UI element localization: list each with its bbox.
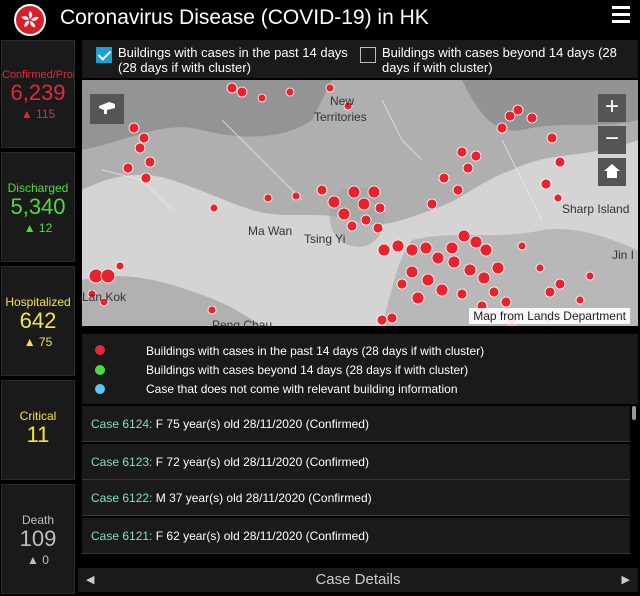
stat-discharged-value: 5,340	[10, 194, 66, 219]
case-id: Case 6121:	[91, 529, 153, 543]
legend-text-past14: Buildings with cases in the past 14 days…	[146, 344, 485, 358]
case-item[interactable]: Case 6121: F 62 year(s) old 28/11/2020 (…	[82, 518, 630, 554]
stat-hospitalized-label: Hospitalized	[5, 295, 71, 309]
legend-dot-red	[95, 345, 105, 355]
case-id: Case 6123:	[91, 455, 153, 469]
map-label-jin-island: Jin I	[612, 248, 635, 262]
zoom-in-button[interactable]: +	[598, 94, 626, 122]
bauhinia-logo-icon	[14, 4, 46, 36]
stat-discharged-label: Discharged	[7, 181, 69, 195]
past14-label-line2: (28 days if with cluster)	[118, 60, 251, 75]
map-label-tsing-yi: Tsing Yi	[304, 232, 346, 246]
building-filters: Buildings with cases in the past 14 days…	[82, 40, 638, 78]
stat-discharged[interactable]: Discharged 5,340 ▲ 12	[1, 152, 75, 262]
case-detail: M 37 year(s) old 28/11/2020 (Confirmed)	[155, 491, 372, 505]
home-icon[interactable]	[598, 158, 626, 186]
past14-label[interactable]: Buildings with cases in the past 14 days…	[118, 45, 348, 75]
beyond14-label-line1: Buildings with cases beyond 14 days (28	[382, 45, 617, 60]
stat-critical-value: 11	[26, 422, 50, 447]
case-detail: F 75 year(s) old 28/11/2020 (Confirmed)	[155, 417, 369, 431]
case-item[interactable]: Case 6124: F 75 year(s) old 28/11/2020 (…	[82, 406, 630, 442]
prev-arrow-icon[interactable]: ◀	[86, 573, 94, 587]
page-title: Coronavirus Disease (COVID-19) in HK	[60, 6, 429, 29]
beyond14-label[interactable]: Buildings with cases beyond 14 days (28 …	[382, 45, 617, 75]
map-attribution: Map from Lands Department	[469, 308, 630, 324]
case-id: Case 6122:	[91, 491, 153, 505]
stat-confirmed-change: ▲ 115	[20, 107, 56, 121]
map-legend: Buildings with cases in the past 14 days…	[82, 334, 638, 404]
beyond14-checkbox[interactable]	[360, 47, 376, 63]
stat-death[interactable]: Death 109 ▲ 0	[1, 484, 75, 594]
stat-hospitalized[interactable]: Hospitalized 642 ▲ 75	[1, 266, 75, 376]
case-item[interactable]: Case 6123: F 72 year(s) old 28/11/2020 (…	[82, 444, 630, 480]
case-details-bar[interactable]: ◀ Case Details ▶	[78, 568, 638, 592]
map-label-new: New	[330, 94, 355, 108]
stat-critical[interactable]: Critical 11	[1, 380, 75, 480]
case-details-label: Case Details	[315, 571, 401, 588]
map-label-peng-chau: Peng Chau	[212, 318, 273, 326]
case-item[interactable]: Case 6122: M 37 year(s) old 28/11/2020 (…	[82, 480, 630, 516]
hamburger-menu-icon[interactable]	[612, 6, 630, 24]
case-detail: F 72 year(s) old 28/11/2020 (Confirmed)	[155, 455, 369, 469]
map-label-territories: Territories	[314, 110, 367, 124]
legend-text-beyond14: Buildings with cases beyond 14 days (28 …	[146, 363, 469, 377]
next-arrow-icon[interactable]: ▶	[622, 573, 630, 587]
legend-text-no-building: Case that does not come with relevant bu…	[146, 382, 458, 396]
case-list-scrollbar[interactable]	[632, 406, 636, 420]
past14-checkbox[interactable]	[96, 47, 112, 63]
legend-dot-blue	[95, 384, 105, 394]
zoom-out-button[interactable]: −	[598, 126, 626, 154]
case-id: Case 6124:	[91, 417, 153, 431]
locate-icon[interactable]	[90, 94, 124, 124]
legend-dot-green	[95, 365, 105, 375]
stat-confirmed-value: 6,239	[10, 80, 66, 105]
case-map[interactable]: New Territories Ma Wan Tsing Yi Sharp Is…	[82, 80, 638, 326]
stat-critical-label: Critical	[19, 409, 57, 423]
map-label-lantau-kok: Lan Kok	[82, 290, 127, 304]
stat-death-change: ▲ 0	[27, 553, 49, 567]
map-label-ma-wan: Ma Wan	[248, 224, 293, 238]
stat-confirmed[interactable]: Confirmed/Prob 6,239 ▲ 115	[1, 40, 75, 148]
stat-hospitalized-value: 642	[19, 308, 57, 333]
stat-death-value: 109	[19, 526, 57, 551]
stat-death-label: Death	[21, 513, 55, 527]
case-detail: F 62 year(s) old 28/11/2020 (Confirmed)	[155, 529, 369, 543]
stat-discharged-change: ▲ 12	[23, 221, 53, 235]
past14-label-line1: Buildings with cases in the past 14 days	[118, 45, 348, 60]
map-label-sharp-island: Sharp Island	[562, 202, 630, 216]
app-header: Coronavirus Disease (COVID-19) in HK	[0, 0, 640, 38]
stat-hospitalized-change: ▲ 75	[23, 335, 53, 349]
beyond14-label-line2: days if with cluster)	[382, 60, 493, 75]
case-list[interactable]: Case 6124: F 75 year(s) old 28/11/2020 (…	[82, 406, 630, 562]
